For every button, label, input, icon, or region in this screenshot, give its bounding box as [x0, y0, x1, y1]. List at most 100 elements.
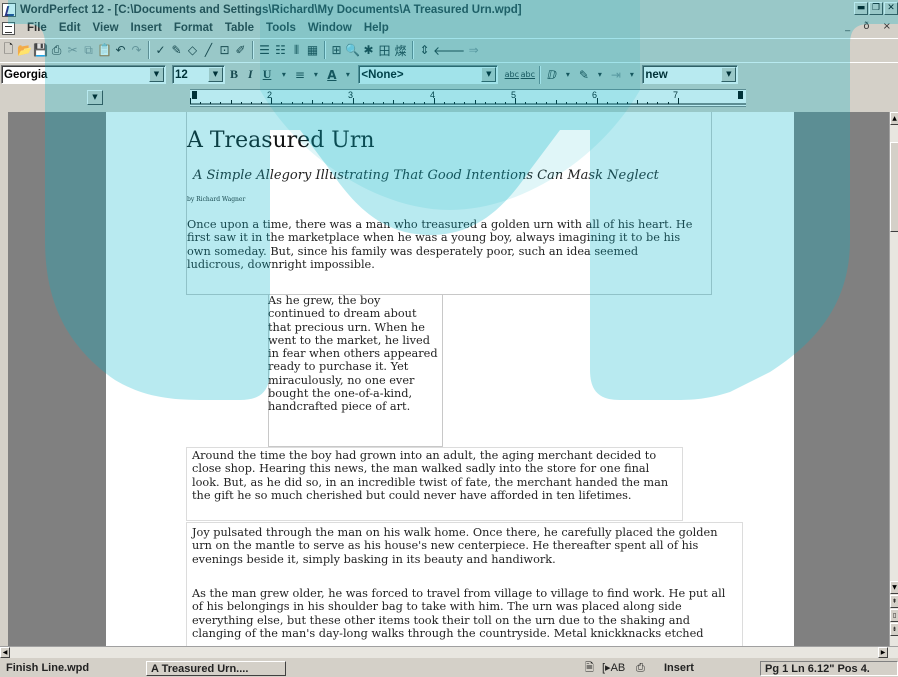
italic-button[interactable]: I: [248, 67, 253, 82]
style-select[interactable]: <None> ▼: [358, 65, 499, 84]
minimize-button[interactable]: ▬: [854, 2, 868, 15]
menu-format[interactable]: Format: [168, 22, 219, 34]
status-tab-treasured-urn[interactable]: A Treasured Urn....: [146, 661, 286, 676]
printer-icon[interactable]: ⎙: [636, 661, 650, 676]
document-window-controls[interactable]: _ ð ×: [845, 21, 896, 32]
document-icon[interactable]: [2, 21, 15, 35]
font-color-icon[interactable]: A: [324, 65, 339, 85]
ruler[interactable]: 2 3 4 5 6 7: [190, 89, 746, 107]
line-icon[interactable]: ╱: [201, 40, 216, 60]
vertical-scroll-thumb[interactable]: [890, 142, 898, 232]
copy-icon[interactable]: ⧉: [81, 40, 96, 60]
zoom-page-icon[interactable]: ⊞: [329, 40, 344, 60]
menu-insert[interactable]: Insert: [125, 22, 168, 34]
shape-icon[interactable]: ◇: [185, 40, 200, 60]
redo-icon[interactable]: ↷: [129, 40, 144, 60]
text-line: urn on the mantle to serve as his house'…: [192, 539, 699, 553]
highlight-icon[interactable]: ✎: [169, 40, 184, 60]
menu-help[interactable]: Help: [358, 22, 395, 34]
menu-file[interactable]: File: [21, 22, 53, 34]
print-icon[interactable]: ⎙: [49, 40, 64, 60]
wordperfect-app-icon[interactable]: [2, 2, 16, 17]
zoom-icon[interactable]: 🔍: [345, 40, 360, 60]
highlight-color-icon[interactable]: ✎: [576, 65, 591, 85]
ruler-bar: ▼ 2 3 4 5 6 7: [0, 86, 898, 112]
text-line: As the man grew older, he was forced to …: [192, 587, 726, 600]
text-line: look. But, as he did so, in an incredibl…: [192, 475, 669, 489]
position-indicator[interactable]: Pg 1 Ln 6.12" Pos 4.: [760, 661, 898, 676]
shadow-cursor-icon[interactable]: [▸AB: [602, 661, 640, 676]
text-line: everything else, but these other items t…: [192, 613, 691, 627]
vertical-scrollbar[interactable]: ▲ ▼ ⇞ ▯ ⇟: [889, 112, 898, 646]
status-tab-finish-line[interactable]: Finish Line.wpd: [6, 661, 141, 676]
chevron-down-icon[interactable]: ▼: [721, 67, 737, 82]
tab-set-icon[interactable]: ⇥: [608, 65, 623, 85]
next-page-icon[interactable]: ⇟: [890, 623, 898, 636]
main-toolbar: 🗋 📂 💾 ⎙ ✂ ⧉ 📋 ↶ ↷ ✓ ✎ ◇ ╱ ⊡ ✐ ☰ ☷ ⫴ ▦ ⊞ …: [0, 38, 898, 61]
font-size-select[interactable]: 12 ▼: [172, 65, 225, 84]
pen-icon[interactable]: ✐: [233, 40, 248, 60]
horizontal-scrollbar[interactable]: ◀ ▶: [0, 646, 898, 658]
chevron-down-icon[interactable]: ▾: [276, 65, 291, 85]
chevron-down-icon[interactable]: ▼: [481, 67, 497, 82]
underline-button[interactable]: U: [263, 67, 272, 82]
chevron-down-icon[interactable]: ▾: [592, 65, 607, 85]
bullets-icon[interactable]: ☰: [257, 40, 272, 60]
font-name-select[interactable]: Georgia ▼: [1, 65, 166, 84]
document-status-icon[interactable]: 🗎: [585, 661, 597, 676]
grammar-check-icon[interactable]: abc: [520, 65, 535, 85]
symbols-icon[interactable]: ✱: [361, 40, 376, 60]
status-bar: Finish Line.wpd A Treasured Urn.... 🗎 [▸…: [0, 659, 898, 677]
menu-tools[interactable]: Tools: [260, 22, 302, 34]
undo-icon[interactable]: ↶: [113, 40, 128, 60]
scroll-up-icon[interactable]: ▲: [890, 112, 898, 125]
ruler-options-button[interactable]: ▼: [87, 90, 103, 105]
menu-window[interactable]: Window: [302, 22, 358, 34]
save-icon[interactable]: 💾: [33, 40, 48, 60]
close-button[interactable]: ✕: [884, 2, 898, 15]
table-icon[interactable]: ▦: [305, 40, 320, 60]
scroll-right-icon[interactable]: ▶: [878, 647, 888, 658]
spell-check-icon[interactable]: ✓: [153, 40, 168, 60]
chevron-down-icon[interactable]: ▾: [560, 65, 575, 85]
chevron-down-icon[interactable]: ▼: [149, 67, 164, 82]
text-line: ready to purchase it. Yet: [268, 360, 409, 374]
show-codes-icon[interactable]: ⇕: [417, 40, 432, 60]
text-line: the gift he so much cherished but could …: [192, 488, 632, 502]
chevron-down-icon[interactable]: ▾: [308, 65, 323, 85]
scroll-down-icon[interactable]: ▼: [890, 581, 898, 594]
ruler-mark-5: 5: [511, 90, 517, 100]
ruler-mark-6: 6: [592, 90, 598, 100]
back-arrow-icon[interactable]: 🡐: [433, 40, 465, 60]
cut-icon[interactable]: ✂: [65, 40, 80, 60]
chevron-down-icon[interactable]: ▾: [624, 65, 639, 85]
document-page[interactable]: A Treasured Urn A Simple Allegory Illust…: [106, 112, 794, 646]
ruler-mark-7: 7: [673, 90, 679, 100]
open-folder-icon[interactable]: 📂: [17, 40, 32, 60]
menu-view[interactable]: View: [87, 22, 125, 34]
new-document-icon[interactable]: 🗋: [1, 40, 16, 60]
zoom-select[interactable]: new ▼: [642, 65, 739, 84]
chevron-down-icon[interactable]: ▾: [340, 65, 355, 85]
bold-button[interactable]: B: [230, 67, 238, 82]
previous-page-icon[interactable]: ⇞: [890, 595, 898, 608]
document-subtitle: A Simple Allegory Illustrating That Good…: [193, 168, 659, 183]
paste-icon[interactable]: 📋: [97, 40, 112, 60]
language-icon[interactable]: ⅅ: [544, 65, 559, 85]
justify-icon[interactable]: ≡: [292, 65, 307, 85]
restore-button[interactable]: ❐: [869, 2, 883, 15]
numbering-icon[interactable]: ☷: [273, 40, 288, 60]
columns-icon[interactable]: ⫴: [289, 40, 304, 60]
prompt-as-you-go-icon[interactable]: abc: [504, 65, 519, 85]
dictionary-icon[interactable]: 田: [377, 40, 392, 60]
scroll-left-icon[interactable]: ◀: [0, 647, 10, 658]
asian-text-icon[interactable]: 燦: [393, 40, 408, 60]
insert-mode-indicator[interactable]: Insert: [664, 661, 724, 676]
menu-edit[interactable]: Edit: [53, 22, 87, 34]
style-value: <None>: [361, 68, 404, 81]
chevron-down-icon[interactable]: ▼: [208, 67, 223, 82]
page-select-icon[interactable]: ▯: [890, 609, 898, 622]
forward-arrow-icon[interactable]: ⇒: [466, 40, 481, 60]
text-box-icon[interactable]: ⊡: [217, 40, 232, 60]
menu-table[interactable]: Table: [219, 22, 260, 34]
